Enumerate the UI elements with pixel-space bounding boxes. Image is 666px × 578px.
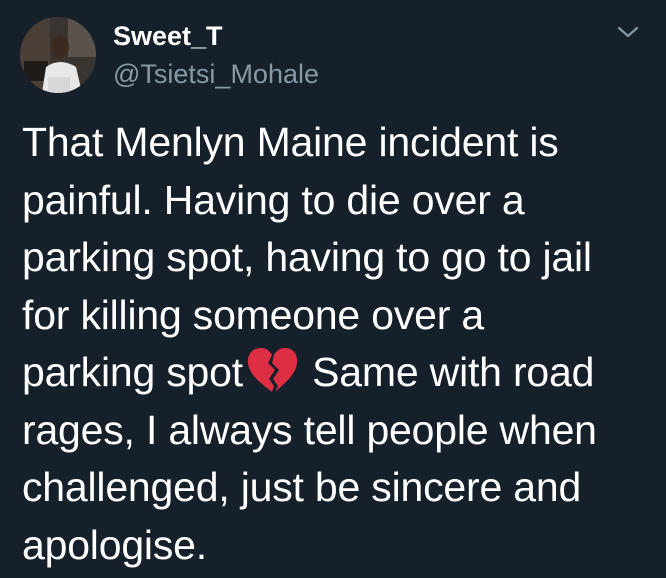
tweet-text-line: for killing someone over a — [22, 291, 484, 338]
tweet-text: That Menlyn Maine incident is painful. H… — [22, 114, 652, 574]
tweet-card: Sweet_T @Tsietsi_Mohale That Menlyn Main… — [0, 0, 666, 578]
tweet-text-line: apologise. — [22, 521, 207, 568]
chevron-down-icon[interactable] — [616, 22, 640, 42]
avatar-image — [20, 17, 96, 93]
tweet-text-fragment: Same with road — [300, 349, 595, 395]
tweet-text-line: challenged, just be sincere and — [22, 464, 582, 510]
tweet-text-line: That Menlyn Maine incident is — [22, 119, 559, 165]
tweet-text-line: parking spot, having to go to jail — [22, 234, 592, 280]
tweet-text-line: painful. Having to die over a — [22, 176, 525, 223]
broken-heart-icon — [245, 346, 299, 394]
tweet-text-fragment: parking spot — [22, 349, 243, 395]
user-handle[interactable]: @Tsietsi_Mohale — [113, 58, 319, 90]
display-name[interactable]: Sweet_T — [113, 20, 223, 52]
tweet-text-line: rages, I always tell people when — [22, 406, 597, 453]
tweet-text-line: parking spot Same with road — [22, 344, 652, 402]
avatar[interactable] — [20, 17, 96, 93]
